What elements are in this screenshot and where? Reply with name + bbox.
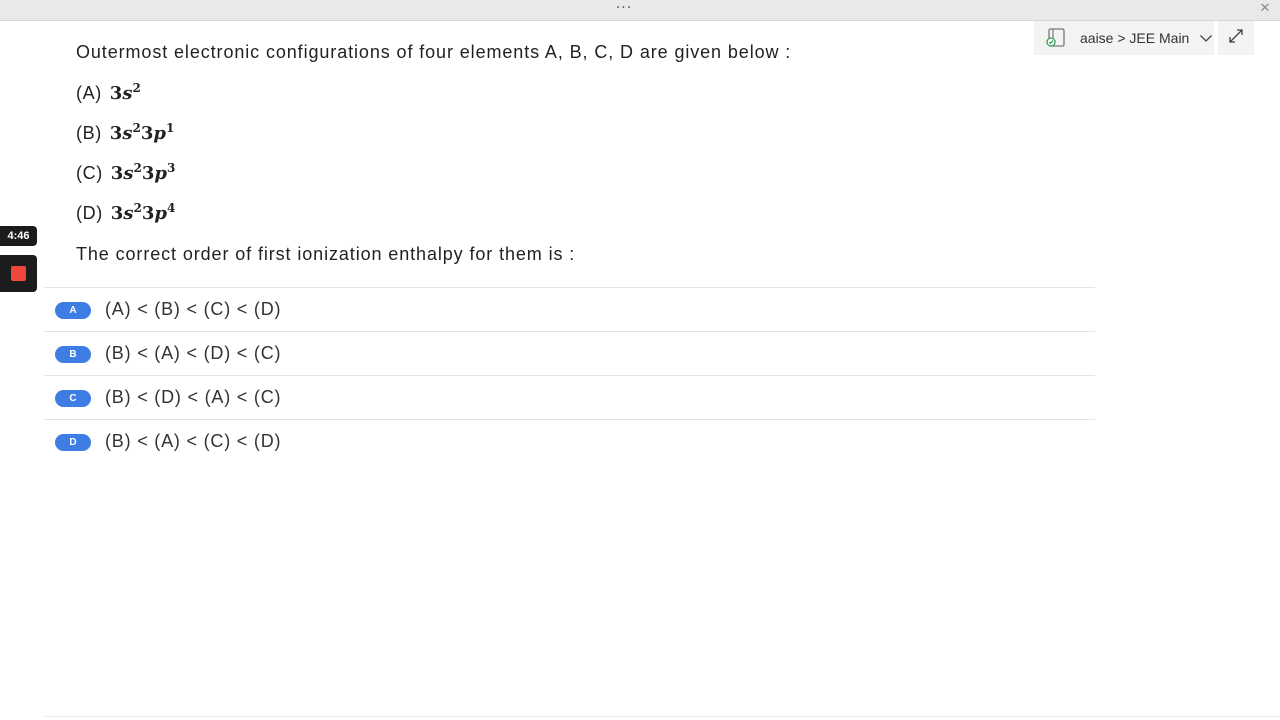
- divider: [44, 716, 1280, 717]
- question-intro: Outermost electronic configurations of f…: [76, 42, 792, 62]
- config-a: (A) 3s2: [76, 81, 141, 104]
- option-b[interactable]: B (B) < (A) < (D) < (C): [44, 331, 1095, 375]
- option-a[interactable]: A (A) < (B) < (C) < (D): [44, 287, 1095, 331]
- config-label: (B): [76, 123, 102, 143]
- option-badge: B: [55, 346, 91, 363]
- option-badge: C: [55, 390, 91, 407]
- stop-recording-button[interactable]: [0, 255, 37, 292]
- title-bar: ··· ✕: [0, 0, 1280, 21]
- config-formula: 3s2: [109, 81, 141, 104]
- chevron-down-icon[interactable]: [1199, 31, 1213, 45]
- recording-timer: 4:46: [0, 226, 37, 246]
- option-text: (B) < (A) < (C) < (D): [105, 431, 282, 451]
- config-label: (A): [76, 83, 102, 103]
- option-text: (A) < (B) < (C) < (D): [105, 299, 282, 319]
- option-badge: D: [55, 434, 91, 451]
- option-d[interactable]: D (B) < (A) < (C) < (D): [44, 419, 1095, 463]
- question-stem: The correct order of first ionization en…: [76, 244, 576, 264]
- notebook-breadcrumb[interactable]: aaise > JEE Main: [1034, 21, 1214, 55]
- option-text: (B) < (A) < (D) < (C): [105, 343, 282, 363]
- page: ··· ✕ aaise > JEE Main 4:46 Outermost el…: [0, 0, 1280, 720]
- config-formula: 3s23p3: [110, 161, 176, 184]
- config-label: (D): [76, 203, 103, 223]
- config-d: (D) 3s23p4: [76, 201, 176, 224]
- more-options-icon[interactable]: ···: [614, 1, 634, 17]
- option-text: (B) < (D) < (A) < (C): [105, 387, 282, 407]
- expand-icon: [1228, 28, 1244, 49]
- stop-icon: [11, 266, 26, 281]
- option-c[interactable]: C (B) < (D) < (A) < (C): [44, 375, 1095, 419]
- close-icon[interactable]: ✕: [1258, 2, 1272, 16]
- config-formula: 3s23p1: [109, 121, 175, 144]
- answer-options: A (A) < (B) < (C) < (D) B (B) < (A) < (D…: [44, 287, 1095, 463]
- notebook-icon: [1046, 28, 1068, 48]
- breadcrumb-text: aaise > JEE Main: [1080, 30, 1190, 46]
- expand-button[interactable]: [1218, 21, 1254, 55]
- option-badge: A: [55, 302, 91, 319]
- config-c: (C) 3s23p3: [76, 161, 176, 184]
- config-b: (B) 3s23p1: [76, 121, 175, 144]
- config-formula: 3s23p4: [110, 201, 176, 224]
- config-label: (C): [76, 163, 103, 183]
